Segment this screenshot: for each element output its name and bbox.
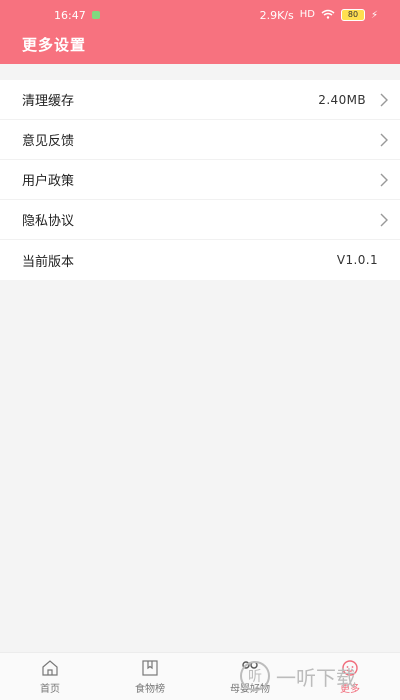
app-header: 16:47 2.9K/s HD 80 ⚡ 更多设置 [0, 0, 400, 64]
cache-size-value: 2.40MB [318, 92, 366, 107]
setting-label: 用户政策 [22, 174, 75, 189]
bookmark-icon [142, 659, 158, 676]
tab-label: 食物榜 [135, 683, 165, 695]
notification-icon [91, 11, 100, 19]
tab-food-ranking[interactable]: 食物榜 [100, 653, 200, 700]
setting-row-privacy[interactable]: 隐私协议 [0, 200, 400, 240]
chevron-right-icon [378, 131, 390, 149]
setting-label: 清理缓存 [22, 94, 75, 109]
chevron-right-icon [378, 211, 390, 229]
status-time: 16:47 [54, 8, 86, 22]
setting-row-feedback[interactable]: 意见反馈 [0, 120, 400, 160]
page-title: 更多设置 [22, 36, 87, 54]
home-icon [42, 659, 58, 676]
version-value: V1.0.1 [336, 253, 378, 267]
network-speed: 2.9K/s [259, 8, 294, 22]
settings-list: 清理缓存 2.40MB 意见反馈 用户政策 隐私协议 当前版本 V1.0.1 [0, 80, 400, 280]
bottom-tab-bar: 首页 食物榜 母婴好物 更多 [0, 652, 400, 700]
tab-label: 更多 [340, 683, 360, 695]
charging-icon: ⚡ [370, 9, 378, 21]
tab-home[interactable]: 首页 [0, 653, 100, 700]
setting-row-clear-cache[interactable]: 清理缓存 2.40MB [0, 80, 400, 120]
setting-label: 隐私协议 [22, 214, 75, 229]
status-bar: 16:47 2.9K/s HD 80 ⚡ [0, 0, 400, 30]
tab-label: 母婴好物 [230, 683, 270, 695]
stroller-icon [242, 660, 258, 669]
battery-icon: 80 [340, 9, 365, 21]
signal-icon: HD [299, 9, 315, 20]
tab-more[interactable]: 更多 [300, 653, 400, 700]
more-face-icon [342, 659, 358, 676]
chevron-right-icon [378, 171, 390, 189]
status-left: 16:47 [54, 9, 100, 22]
setting-label: 当前版本 [22, 254, 75, 270]
setting-row-user-policy[interactable]: 用户政策 [0, 160, 400, 200]
setting-row-version: 当前版本 V1.0.1 [0, 240, 400, 280]
setting-label: 意见反馈 [22, 134, 75, 149]
status-right: 2.9K/s HD 80 ⚡ [260, 9, 378, 22]
tab-baby-goods[interactable]: 母婴好物 [200, 653, 300, 700]
chevron-right-icon [378, 91, 390, 109]
tab-label: 首页 [40, 683, 60, 695]
wifi-icon [321, 9, 335, 22]
